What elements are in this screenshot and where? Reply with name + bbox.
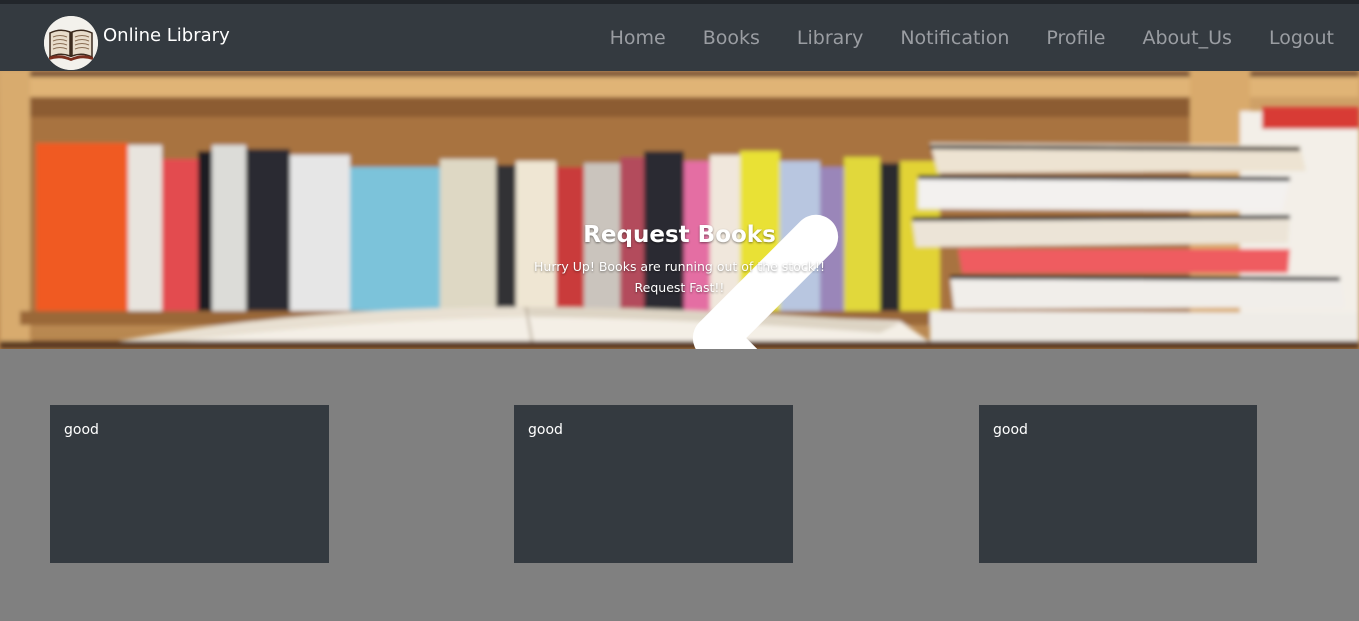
feedback-card: good bbox=[514, 405, 793, 563]
nav-link-home[interactable]: Home bbox=[610, 25, 666, 51]
nav-link-books[interactable]: Books bbox=[703, 25, 760, 51]
feedback-card: good bbox=[50, 405, 329, 563]
card-text: good bbox=[64, 422, 99, 438]
carousel: Request Books Hurry Up! Books are runnin… bbox=[0, 71, 1359, 349]
carousel-text: Hurry Up! Books are running out of the s… bbox=[534, 259, 825, 295]
nav-link-profile[interactable]: Profile bbox=[1046, 25, 1105, 51]
carousel-title: Request Books bbox=[583, 222, 776, 248]
nav-link-logout[interactable]: Logout bbox=[1269, 25, 1334, 51]
carousel-prev-button[interactable] bbox=[86, 199, 839, 349]
card-text: good bbox=[528, 422, 563, 438]
open-book-icon bbox=[44, 16, 98, 70]
feedback-card: good bbox=[979, 405, 1257, 563]
navbar: Online Library Home Books Library Notifi… bbox=[0, 4, 1359, 71]
brand-name: Online Library bbox=[103, 25, 230, 46]
nav-link-library[interactable]: Library bbox=[797, 25, 863, 51]
card-text: good bbox=[993, 422, 1028, 438]
brand[interactable]: Online Library bbox=[44, 16, 230, 70]
nav-links: Home Books Library Notification Profile … bbox=[573, 25, 1334, 51]
nav-link-about-us[interactable]: About_Us bbox=[1142, 25, 1231, 51]
carousel-caption: Request Books Hurry Up! Books are runnin… bbox=[0, 220, 1359, 298]
nav-link-notification[interactable]: Notification bbox=[900, 25, 1009, 51]
